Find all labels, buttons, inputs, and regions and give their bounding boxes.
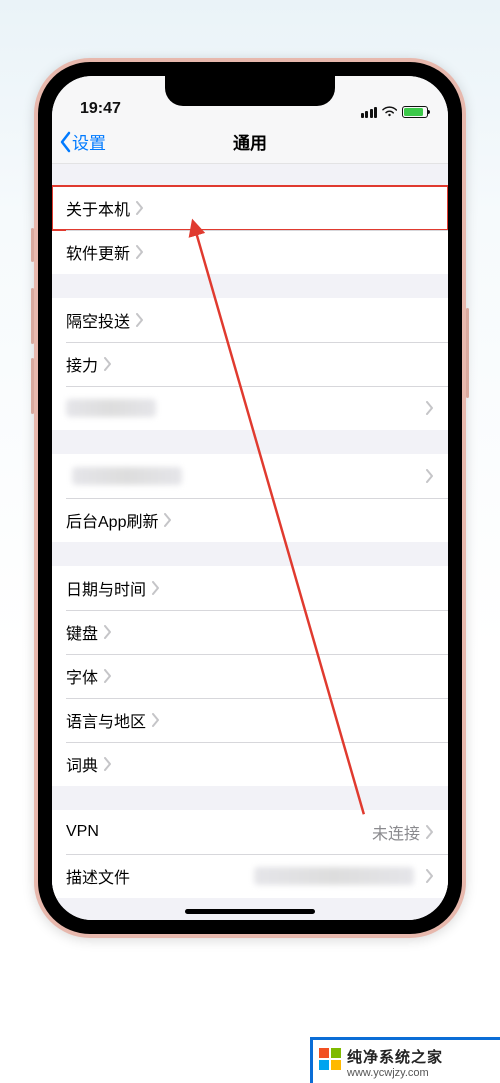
chevron-right-icon	[104, 669, 112, 683]
redacted-label	[66, 399, 156, 417]
row-label: 隔空投送	[66, 308, 130, 332]
row-label: 键盘	[66, 620, 98, 644]
navigation-bar: 设置 通用	[52, 120, 448, 164]
row-software-update[interactable]: 软件更新	[52, 230, 448, 274]
row-about[interactable]: 关于本机	[52, 186, 448, 230]
chevron-right-icon	[104, 357, 112, 371]
settings-group: 关于本机 软件更新	[52, 186, 448, 274]
chevron-right-icon	[426, 401, 434, 415]
side-button	[466, 308, 469, 398]
settings-list: 关于本机 软件更新 隔空投送 接力	[52, 164, 448, 920]
row-redacted[interactable]	[52, 454, 448, 498]
chevron-right-icon	[426, 469, 434, 483]
battery-icon	[402, 106, 428, 118]
wifi-icon	[382, 106, 397, 118]
home-indicator	[185, 909, 315, 914]
row-value: 未连接	[372, 820, 420, 844]
chevron-right-icon	[136, 201, 144, 215]
chevron-right-icon	[152, 581, 160, 595]
watermark-title: 纯净系统之家	[347, 1046, 443, 1067]
settings-group: 隔空投送 接力	[52, 298, 448, 430]
row-fonts[interactable]: 字体	[52, 654, 448, 698]
page-title: 通用	[52, 129, 448, 154]
redacted-label	[72, 467, 182, 485]
row-vpn[interactable]: VPN 未连接	[52, 810, 448, 854]
row-label: 词典	[66, 752, 98, 776]
row-label: 描述文件	[66, 864, 130, 888]
row-keyboard[interactable]: 键盘	[52, 610, 448, 654]
settings-group: 日期与时间 键盘 字体 语言与地区	[52, 566, 448, 786]
watermark: 纯净系统之家 www.ycwjzy.com	[310, 1037, 500, 1083]
notch	[165, 76, 335, 106]
redacted-value	[254, 867, 414, 885]
chevron-right-icon	[136, 245, 144, 259]
chevron-right-icon	[426, 869, 434, 883]
row-airdrop[interactable]: 隔空投送	[52, 298, 448, 342]
row-label: 关于本机	[66, 196, 130, 220]
back-label: 设置	[72, 129, 106, 154]
row-language-region[interactable]: 语言与地区	[52, 698, 448, 742]
back-button[interactable]: 设置	[52, 129, 106, 154]
settings-group: VPN 未连接 描述文件	[52, 810, 448, 898]
row-label: 语言与地区	[66, 708, 146, 732]
row-date-time[interactable]: 日期与时间	[52, 566, 448, 610]
row-label: 软件更新	[66, 240, 130, 264]
chevron-right-icon	[104, 625, 112, 639]
row-label: 字体	[66, 664, 98, 688]
row-label: 后台App刷新	[66, 508, 158, 532]
side-button	[31, 358, 34, 414]
phone-frame: 19:47 设置 通用 关于本	[34, 58, 466, 938]
chevron-right-icon	[426, 825, 434, 839]
row-redacted[interactable]	[52, 386, 448, 430]
side-button	[31, 288, 34, 344]
screen: 19:47 设置 通用 关于本	[52, 76, 448, 920]
chevron-right-icon	[164, 513, 172, 527]
chevron-left-icon	[58, 131, 72, 153]
settings-group: 后台App刷新	[52, 454, 448, 542]
row-label: 接力	[66, 352, 98, 376]
status-time: 19:47	[80, 100, 121, 118]
chevron-right-icon	[104, 757, 112, 771]
watermark-url: www.ycwjzy.com	[347, 1067, 429, 1079]
chevron-right-icon	[152, 713, 160, 727]
row-handoff[interactable]: 接力	[52, 342, 448, 386]
side-button	[31, 228, 34, 262]
chevron-right-icon	[136, 313, 144, 327]
row-dictionary[interactable]: 词典	[52, 742, 448, 786]
watermark-logo-icon	[319, 1048, 341, 1070]
row-background-app-refresh[interactable]: 后台App刷新	[52, 498, 448, 542]
row-label: VPN	[66, 823, 99, 841]
cellular-signal-icon	[361, 107, 378, 118]
row-label: 日期与时间	[66, 576, 146, 600]
row-profiles[interactable]: 描述文件	[52, 854, 448, 898]
